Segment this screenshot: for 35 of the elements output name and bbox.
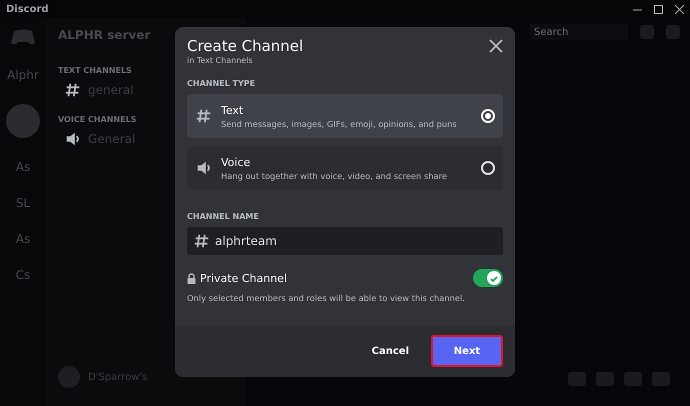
window-title: Discord	[6, 4, 49, 14]
toggle-switch[interactable]	[473, 269, 503, 287]
server-icon[interactable]: SL	[16, 196, 30, 210]
next-button[interactable]: Next	[431, 335, 503, 367]
hash-icon	[195, 107, 213, 125]
controller-icon[interactable]	[10, 28, 36, 46]
option-description: Hang out together with voice, video, and screen share	[221, 170, 448, 180]
option-label: Voice	[221, 156, 252, 168]
hash-icon	[64, 81, 82, 99]
private-channel-description: Only selected members and roles will be able to view this channel.	[187, 293, 466, 303]
server-icon[interactable]: As	[16, 160, 30, 174]
dialog-title: Create Channel	[187, 37, 304, 55]
channel-type-option[interactable]: Voice Hang out together with voice, video, and screen share	[187, 146, 503, 190]
server-icon[interactable]: Alphr	[7, 68, 39, 82]
maximize-icon[interactable]	[654, 4, 663, 14]
option-label: Text	[221, 104, 244, 116]
close-icon[interactable]	[675, 4, 684, 14]
channel-name-field[interactable]: alphrteam	[187, 227, 503, 255]
server-name: ALPHR server	[58, 28, 152, 42]
speaker-icon	[64, 130, 82, 148]
server-icon[interactable]: Cs	[16, 268, 30, 282]
search-field[interactable]: Search	[530, 24, 628, 40]
lock-icon	[187, 272, 196, 284]
server-icon[interactable]	[6, 104, 40, 138]
speaker-icon	[195, 159, 213, 177]
section-heading: CHANNEL NAME	[187, 212, 260, 221]
cancel-button[interactable]: Cancel	[358, 338, 423, 364]
radio-button[interactable]	[481, 161, 495, 175]
private-channel-label: Private Channel	[200, 272, 288, 284]
channel-type-option[interactable]: Text Send messages, images, GIFs, emoji, opinions, and puns	[187, 94, 503, 138]
hash-icon	[193, 232, 211, 250]
server-icon[interactable]: As	[16, 232, 30, 246]
section-heading: CHANNEL TYPE	[187, 79, 256, 88]
option-description: Send messages, images, GIFs, emoji, opinions, and puns	[221, 118, 458, 128]
dialog-subtitle: in Text Channels	[187, 56, 254, 65]
